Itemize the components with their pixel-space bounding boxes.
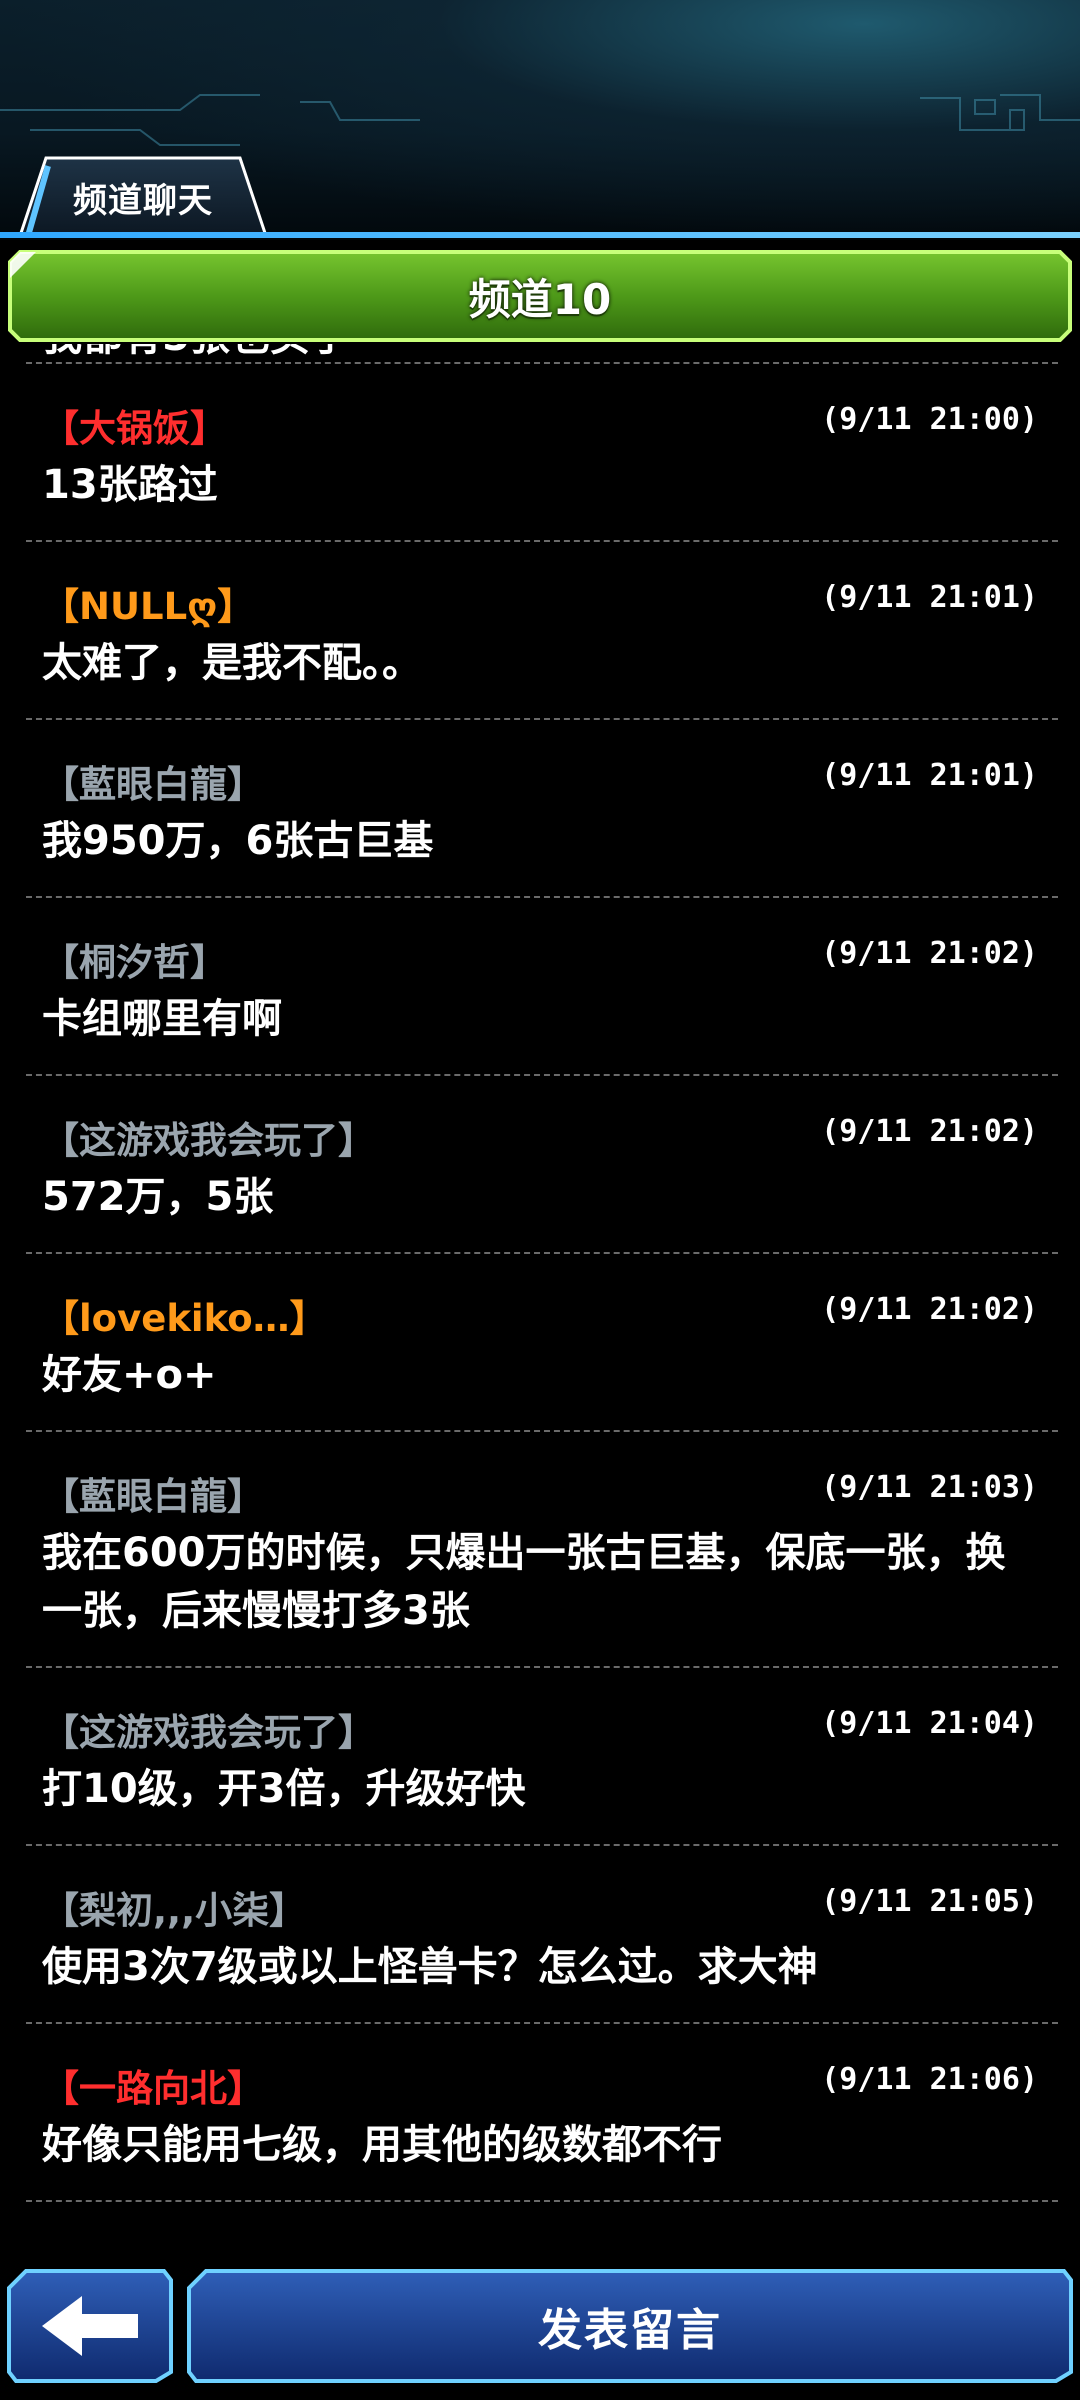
message-header: 【藍眼白龍】 (9/11 21:01) (42, 754, 1038, 806)
message-text: 太难了，是我不配。。 (42, 640, 422, 686)
message-header: 【梨初,,,小柒】 (9/11 21:05) (42, 1880, 1038, 1932)
sender-name[interactable]: 【梨初,,,小柒】 (42, 1880, 306, 1934)
chat-message: 【这游戏我会玩了】 (9/11 21:02) 572万，5张 (0, 1076, 1080, 1252)
back-button[interactable] (6, 2268, 174, 2384)
sender-name[interactable]: 【lovekiko…】 (42, 1288, 327, 1342)
chat-message: 【NULLღ】 (9/11 21:01) 太难了，是我不配。。 (0, 542, 1080, 718)
message-text: 卡组哪里有啊 (42, 996, 282, 1042)
message-header: 【NULLღ】 (9/11 21:01) (42, 576, 1038, 628)
chat-message: 【藍眼白龍】 (9/11 21:01) 我950万，6张古巨基 (0, 720, 1080, 896)
sender-name[interactable]: 【藍眼白龍】 (42, 754, 264, 808)
message-divider (26, 2200, 1058, 2202)
message-header: 【这游戏我会玩了】 (9/11 21:04) (42, 1702, 1038, 1754)
message-header: 【大锅饭】 (9/11 21:00) (42, 398, 1038, 450)
header-underline (0, 232, 1080, 238)
chat-message: 【藍眼白龍】 (9/11 21:03) 我在600万的时候，只爆出一张古巨基，保底一… (0, 1432, 1080, 1666)
post-message-label: 发表留言 (538, 2305, 722, 2356)
message-timestamp: (9/11 21:04) (821, 1706, 1038, 1741)
message-header: 【藍眼白龍】 (9/11 21:03) (42, 1466, 1038, 1518)
message-header: 【一路向北】 (9/11 21:06) (42, 2058, 1038, 2110)
message-timestamp: (9/11 21:05) (821, 1884, 1038, 1919)
message-timestamp: (9/11 21:01) (821, 758, 1038, 793)
sender-name[interactable]: 【藍眼白龍】 (42, 1466, 264, 1520)
sender-name[interactable]: 【这游戏我会玩了】 (42, 1110, 375, 1164)
message-timestamp: (9/11 21:00) (821, 402, 1038, 437)
chat-list[interactable]: 我都有5张也买了 【大锅饭】 (9/11 21:00) 13张路过【NULLღ】 (9… (0, 344, 1080, 2254)
message-timestamp: (9/11 21:01) (821, 580, 1038, 615)
tab-channel-chat[interactable]: 频道聊天 (18, 156, 268, 238)
sender-name[interactable]: 【NULLღ】 (42, 576, 254, 630)
chat-list-inner: 我都有5张也买了 【大锅饭】 (9/11 21:00) 13张路过【NULLღ】 (9… (0, 344, 1080, 2202)
sender-name[interactable]: 【一路向北】 (42, 2058, 264, 2112)
messages-container: 【大锅饭】 (9/11 21:00) 13张路过【NULLღ】 (9/11 21:01… (0, 364, 1080, 2202)
circuit-pattern (0, 94, 1080, 146)
chat-message: 【一路向北】 (9/11 21:06) 好像只能用七级，用其他的级数都不行 (0, 2024, 1080, 2200)
bottom-bar: 发表留言 (0, 2254, 1080, 2400)
message-text: 13张路过 (42, 462, 218, 508)
message-text: 我在600万的时候，只爆出一张古巨基，保底一张，换一张，后来慢慢打多3张 (42, 1530, 1006, 1634)
tab-label: 频道聊天 (73, 180, 213, 221)
channel-title: 频道10 (468, 274, 612, 324)
chat-message: 【这游戏我会玩了】 (9/11 21:04) 打10级，开3倍，升级好快 (0, 1668, 1080, 1844)
partial-message: 我都有5张也买了 (0, 344, 1080, 362)
message-timestamp: (9/11 21:02) (821, 936, 1038, 971)
sender-name[interactable]: 【大锅饭】 (42, 398, 227, 452)
sender-name[interactable]: 【这游戏我会玩了】 (42, 1702, 375, 1756)
chat-message: 【桐汐哲】 (9/11 21:02) 卡组哪里有啊 (0, 898, 1080, 1074)
message-text: 打10级，开3倍，升级好快 (42, 1766, 526, 1812)
message-header: 【桐汐哲】 (9/11 21:02) (42, 932, 1038, 984)
arrow-left-icon (42, 2296, 138, 2356)
chat-message: 【大锅饭】 (9/11 21:00) 13张路过 (0, 364, 1080, 540)
message-text: 使用3次7级或以上怪兽卡？怎么过。求大神 (42, 1944, 818, 1990)
post-message-button[interactable]: 发表留言 (186, 2268, 1074, 2384)
message-text: 好友+o+ (42, 1352, 217, 1398)
message-text: 572万，5张 (42, 1174, 274, 1220)
message-timestamp: (9/11 21:02) (821, 1292, 1038, 1327)
message-header: 【这游戏我会玩了】 (9/11 21:02) (42, 1110, 1038, 1162)
message-text: 我950万，6张古巨基 (42, 818, 434, 864)
partial-message-text: 我都有5张也买了 (42, 344, 350, 362)
message-text: 好像只能用七级，用其他的级数都不行 (42, 2122, 722, 2168)
sender-name[interactable]: 【桐汐哲】 (42, 932, 227, 986)
chat-message: 【lovekiko…】 (9/11 21:02) 好友+o+ (0, 1254, 1080, 1430)
channel-title-bar: 频道10 (6, 248, 1074, 344)
message-timestamp: (9/11 21:03) (821, 1470, 1038, 1505)
message-timestamp: (9/11 21:06) (821, 2062, 1038, 2097)
message-header: 【lovekiko…】 (9/11 21:02) (42, 1288, 1038, 1340)
message-timestamp: (9/11 21:02) (821, 1114, 1038, 1149)
chat-message: 【梨初,,,小柒】 (9/11 21:05) 使用3次7级或以上怪兽卡？怎么过。求大… (0, 1846, 1080, 2022)
